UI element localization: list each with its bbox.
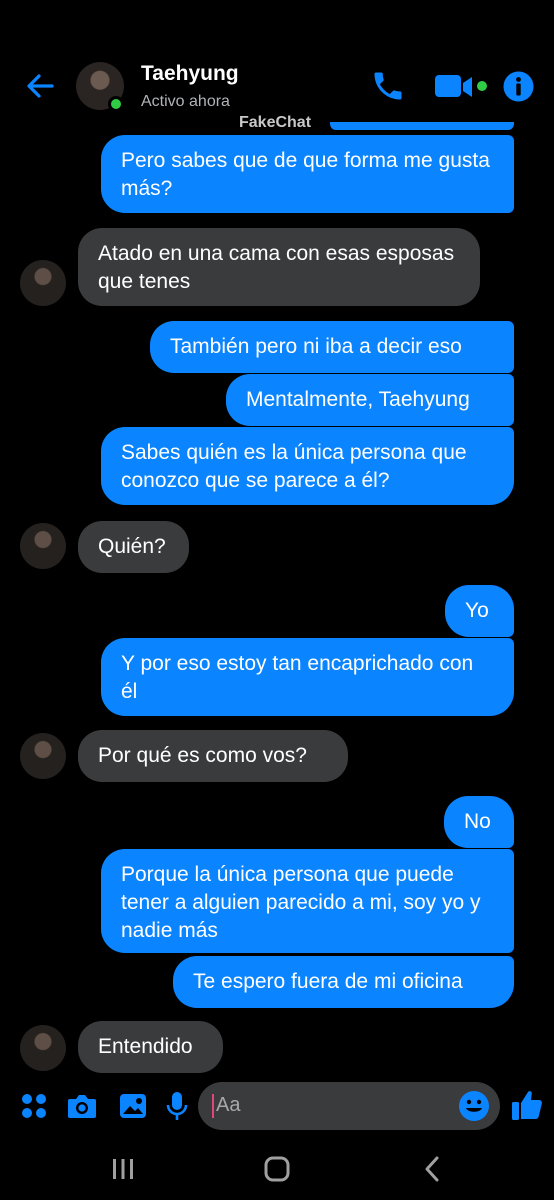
video-camera-icon[interactable] [434,72,488,102]
message-outgoing[interactable]: No [444,796,514,848]
recent-apps-icon[interactable] [108,1154,138,1184]
contact-avatar-small[interactable] [20,260,66,306]
apps-icon[interactable] [20,1092,48,1120]
contact-avatar-small[interactable] [20,733,66,779]
message-incoming[interactable]: Atado en una cama con esas esposas que t… [78,228,480,306]
back-arrow-icon[interactable] [22,68,58,104]
contact-avatar-small[interactable] [20,1025,66,1071]
thumbs-up-icon[interactable] [510,1088,544,1122]
message-outgoing[interactable]: Pero sabes que de que forma me gusta más… [101,135,514,213]
message-outgoing[interactable]: También pero ni iba a decir eso [150,321,514,373]
message-outgoing[interactable]: Porque la única persona que puede tener … [101,849,514,953]
message-outgoing[interactable]: Y por eso estoy tan encaprichado con él [101,638,514,716]
message-input[interactable]: Aa [198,1082,500,1130]
camera-icon[interactable] [66,1092,98,1120]
phone-icon[interactable] [370,68,406,104]
microphone-icon[interactable] [165,1090,189,1122]
contact-avatar-small[interactable] [20,523,66,569]
message-outgoing[interactable]: Yo [445,585,514,637]
system-navigation-bar [0,1140,554,1200]
message-incoming[interactable]: Quién? [78,521,189,573]
contact-status: Activo ahora [141,93,230,110]
gallery-icon[interactable] [118,1092,148,1120]
online-status-indicator [108,96,124,112]
back-nav-icon[interactable] [418,1154,448,1184]
contact-name[interactable]: Taehyung [141,62,239,86]
message-outgoing[interactable]: Mentalmente, Taehyung [226,374,514,426]
home-icon[interactable] [262,1154,292,1184]
message-incoming[interactable]: Entendido [78,1021,223,1073]
watermark-text: FakeChat [239,114,312,131]
message-incoming[interactable]: Por qué es como vos? [78,730,348,782]
message-bubble-partial [330,122,514,130]
message-input-placeholder: Aa [216,1094,241,1116]
emoji-icon[interactable] [458,1090,490,1122]
message-outgoing[interactable]: Sabes quién es la única persona que cono… [101,427,514,505]
chat-header: Taehyung Activo ahora FakeChat [0,0,554,131]
info-icon[interactable] [502,70,535,103]
text-cursor [212,1094,214,1118]
message-outgoing[interactable]: Te espero fuera de mi oficina [173,956,514,1008]
